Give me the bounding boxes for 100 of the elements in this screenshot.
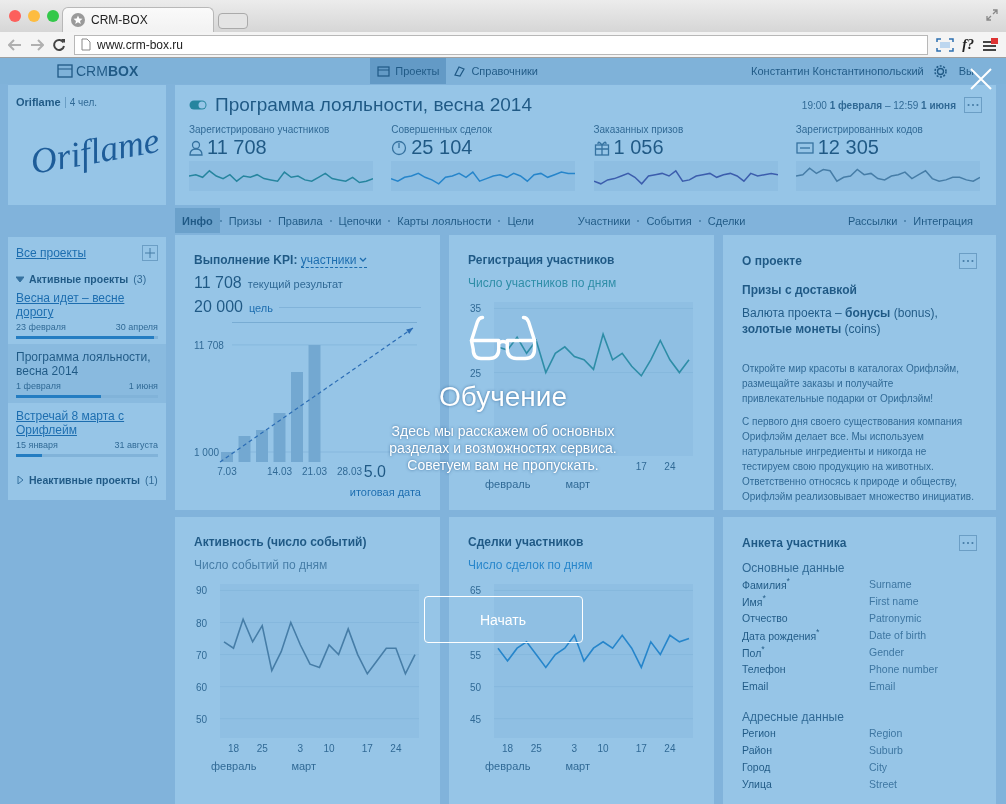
input-field[interactable]: Street — [869, 777, 977, 790]
back-icon[interactable] — [8, 37, 22, 52]
metric-dropdown[interactable]: участники — [300, 253, 368, 268]
goal-label: цель — [248, 302, 274, 314]
stat-label: Зарегистрированных кодов — [795, 124, 924, 135]
reload-icon[interactable] — [52, 37, 66, 52]
start-button[interactable]: Начать — [423, 596, 583, 643]
input-field[interactable]: Region — [869, 726, 977, 739]
all-projects-link[interactable]: Все проекты — [16, 246, 87, 260]
group-count: (1) — [145, 474, 158, 486]
end-date: 1 июня — [128, 381, 158, 391]
section-tab[interactable]: Карты лояльности — [390, 208, 499, 233]
axis-tick-label: 24 — [664, 461, 676, 472]
input-field[interactable]: Surname — [869, 577, 977, 590]
month-label: март — [565, 478, 590, 490]
input-field[interactable]: Phone number — [869, 662, 977, 675]
chart-subtitle: Число участников по дням — [468, 276, 618, 290]
project-name: Весна идет – весне дорогу — [16, 291, 126, 319]
field-label: Район — [742, 743, 773, 756]
bar — [256, 430, 268, 462]
add-project-button[interactable] — [142, 245, 158, 261]
close-window-button[interactable] — [9, 10, 21, 22]
axis-tick-label: 25 — [470, 367, 482, 379]
page-icon — [81, 38, 91, 51]
project-item[interactable]: Программа лояльности, весна 2014 1 февраля 1 июня — [8, 344, 166, 403]
input-field[interactable]: Date of birth — [869, 628, 977, 641]
section-tab[interactable]: Интеграция — [906, 208, 980, 233]
card-title: Регистрация участников — [468, 253, 616, 267]
month-label: февраль — [211, 760, 257, 772]
axis-tick-label: 18 — [228, 743, 240, 754]
current-label: текущий результат — [247, 278, 343, 290]
field-label: Дата рождения$^{*}$ — [742, 627, 821, 642]
minimize-window-button[interactable] — [28, 10, 40, 22]
input-field[interactable]: Email — [869, 679, 977, 692]
fullscreen-icon[interactable] — [986, 9, 998, 21]
input-field[interactable]: Gender — [869, 645, 977, 658]
axis-tick-label: 11 708 — [194, 339, 224, 351]
group-label[interactable]: Неактивные проекты — [29, 474, 140, 486]
axis-tick-label: 25 — [256, 743, 268, 754]
plus-icon — [145, 248, 155, 258]
axis-tick-label: 50 — [196, 713, 208, 725]
logout-link[interactable]: Вы — [958, 65, 974, 77]
toggle-icon[interactable] — [189, 100, 207, 110]
axis-tick-label: 45 — [470, 713, 482, 725]
field-label: Фамилия$^{*}$ — [742, 576, 791, 591]
company-logo: Oriflame — [27, 119, 163, 183]
section-tab[interactable]: Цели — [500, 208, 541, 233]
axis-tick-label: 90 — [196, 585, 208, 597]
card-title: Активность (число событий) — [194, 535, 368, 549]
field-label: Улица — [742, 777, 773, 790]
settings-icon[interactable] — [933, 64, 947, 78]
field-label: Email — [742, 679, 770, 692]
project-item[interactable]: Встречай 8 марта с Орифлейм 15 января 31 августа — [8, 403, 166, 462]
more-button[interactable] — [964, 97, 982, 113]
nav-tab[interactable]: Справочники — [446, 58, 545, 84]
project-item[interactable]: Весна идет – весне дорогу 23 февраля 30 апреля — [8, 285, 166, 344]
card-title: Сделки участников — [468, 535, 585, 549]
section-tab[interactable]: Сделки — [700, 208, 753, 233]
axis-tick-label: 60 — [196, 681, 208, 693]
axis-tick-label: 3 — [571, 743, 578, 754]
section-tab[interactable]: Инфо — [175, 208, 220, 233]
axis-tick-label: 3 — [297, 743, 304, 754]
input-field[interactable]: Patronymic — [869, 611, 977, 624]
user-name[interactable]: Константин Константинопольский — [751, 65, 924, 77]
address-field[interactable]: www.crm-box.ru — [74, 34, 929, 55]
section-tab[interactable]: Участники — [570, 208, 638, 233]
project-name: Программа лояльности, весна 2014 — [16, 350, 152, 378]
more-button[interactable] — [959, 253, 977, 269]
zoom-window-button[interactable] — [47, 10, 59, 22]
caret-icon[interactable] — [16, 476, 24, 484]
input-field[interactable]: First name — [869, 594, 977, 607]
folder-icon — [377, 65, 391, 77]
axis-tick-label: 21.03 — [302, 466, 327, 477]
section-tab[interactable]: Правила — [270, 208, 330, 233]
field-label: Телефон — [742, 662, 787, 675]
nav-tab[interactable]: Проекты — [370, 58, 447, 84]
stat-label: Заказанных призов — [593, 124, 685, 135]
section-tab[interactable]: Призы — [221, 208, 269, 233]
section-tab[interactable]: События — [639, 208, 699, 233]
bar — [238, 436, 251, 462]
stat-label: Зарегистрировано участников — [189, 124, 331, 135]
start-date: 15 января — [16, 440, 58, 450]
field-label: Город — [742, 760, 772, 773]
section-tab[interactable]: Цепочки — [331, 208, 389, 233]
star-icon — [71, 13, 85, 27]
more-button[interactable] — [959, 535, 977, 551]
input-field[interactable]: Suburb — [869, 743, 977, 756]
extension-button[interactable]: f? — [962, 36, 974, 53]
browser-tab[interactable]: CRM-BOX — [62, 7, 214, 32]
menu-icon[interactable] — [982, 37, 998, 52]
forward-icon[interactable] — [30, 37, 44, 52]
input-field[interactable]: City — [869, 760, 977, 773]
section-tab[interactable]: Рассылки — [840, 208, 905, 233]
caret-icon[interactable] — [16, 275, 24, 283]
group-label[interactable]: Активные проекты — [29, 273, 129, 285]
new-tab-button[interactable] — [218, 13, 248, 29]
tutorial-text: Здесь мы расскажем об основных разделах и возможностях сервиса. Советуем вам не пропускать. — [389, 423, 617, 474]
screen-capture-icon[interactable] — [936, 37, 955, 52]
card-title: Анкета участника — [742, 536, 847, 550]
section-title: Основные данные — [742, 561, 846, 575]
